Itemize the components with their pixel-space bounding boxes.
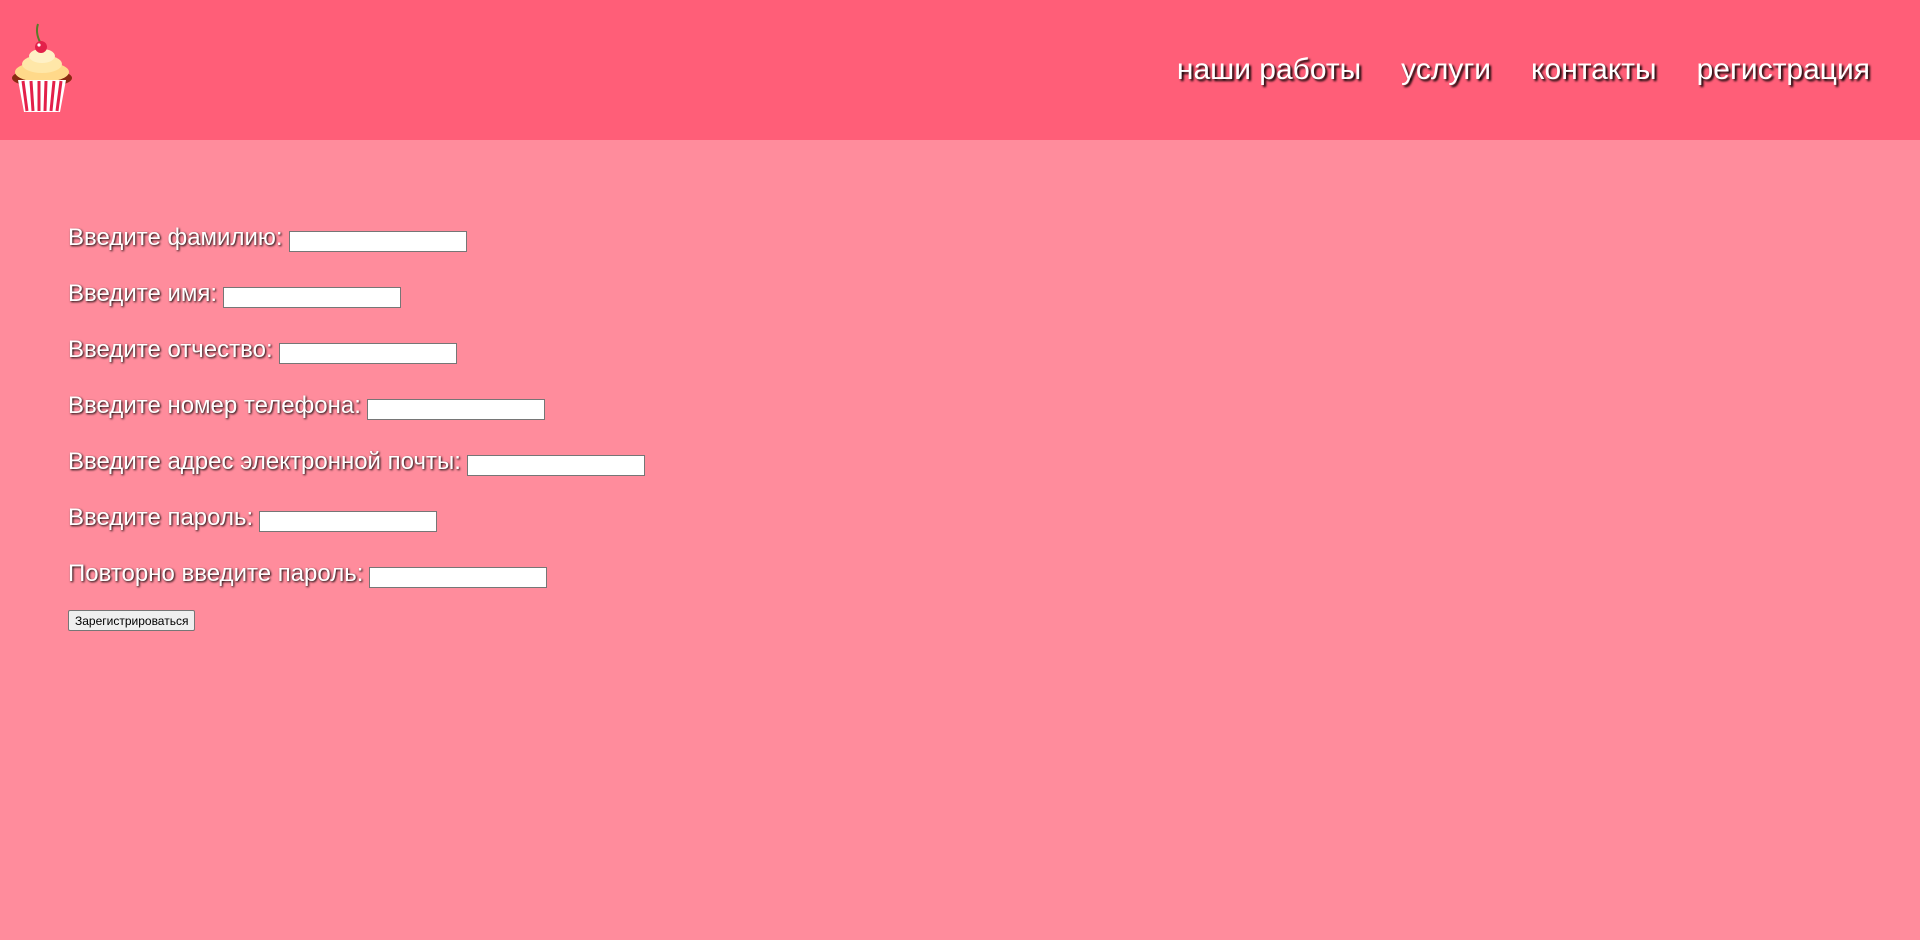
form-row-password-repeat: Повторно введите пароль: — [68, 554, 645, 594]
password-repeat-label: Повторно введите пароль: — [68, 560, 364, 587]
nav-link-contacts[interactable]: контакты — [1531, 52, 1657, 88]
registration-form: Введите фамилию: Введите имя: Введите от… — [68, 218, 645, 631]
nav-link-our-works[interactable]: наши работы — [1177, 52, 1361, 88]
main-nav: наши работы услуги контакты регистрация — [1177, 52, 1870, 88]
form-row-email: Введите адрес электронной почты: — [68, 442, 645, 482]
surname-label: Введите фамилию: — [68, 224, 283, 251]
form-row-phone: Введите номер телефона: — [68, 386, 645, 426]
name-label: Введите имя: — [68, 280, 218, 307]
surname-input[interactable] — [288, 230, 467, 252]
form-row-password: Введите пароль: — [68, 498, 645, 538]
password-input[interactable] — [259, 510, 438, 532]
password-label: Введите пароль: — [68, 504, 254, 531]
site-header: наши работы услуги контакты регистрация — [0, 0, 1920, 140]
nav-link-services[interactable]: услуги — [1401, 52, 1491, 88]
email-input[interactable] — [466, 454, 645, 476]
password-repeat-input[interactable] — [369, 566, 548, 588]
phone-input[interactable] — [366, 398, 545, 420]
form-row-name: Введите имя: — [68, 274, 645, 314]
email-label: Введите адрес электронной почты: — [68, 448, 461, 475]
nav-link-registration[interactable]: регистрация — [1697, 52, 1870, 88]
cupcake-icon[interactable] — [10, 20, 74, 116]
register-button[interactable]: Зарегистрироваться — [68, 610, 196, 631]
patronymic-label: Введите отчество: — [68, 336, 273, 363]
name-input[interactable] — [223, 286, 402, 308]
patronymic-input[interactable] — [278, 342, 457, 364]
form-row-surname: Введите фамилию: — [68, 218, 645, 258]
phone-label: Введите номер телефона: — [68, 392, 361, 419]
form-row-patronymic: Введите отчество: — [68, 330, 645, 370]
